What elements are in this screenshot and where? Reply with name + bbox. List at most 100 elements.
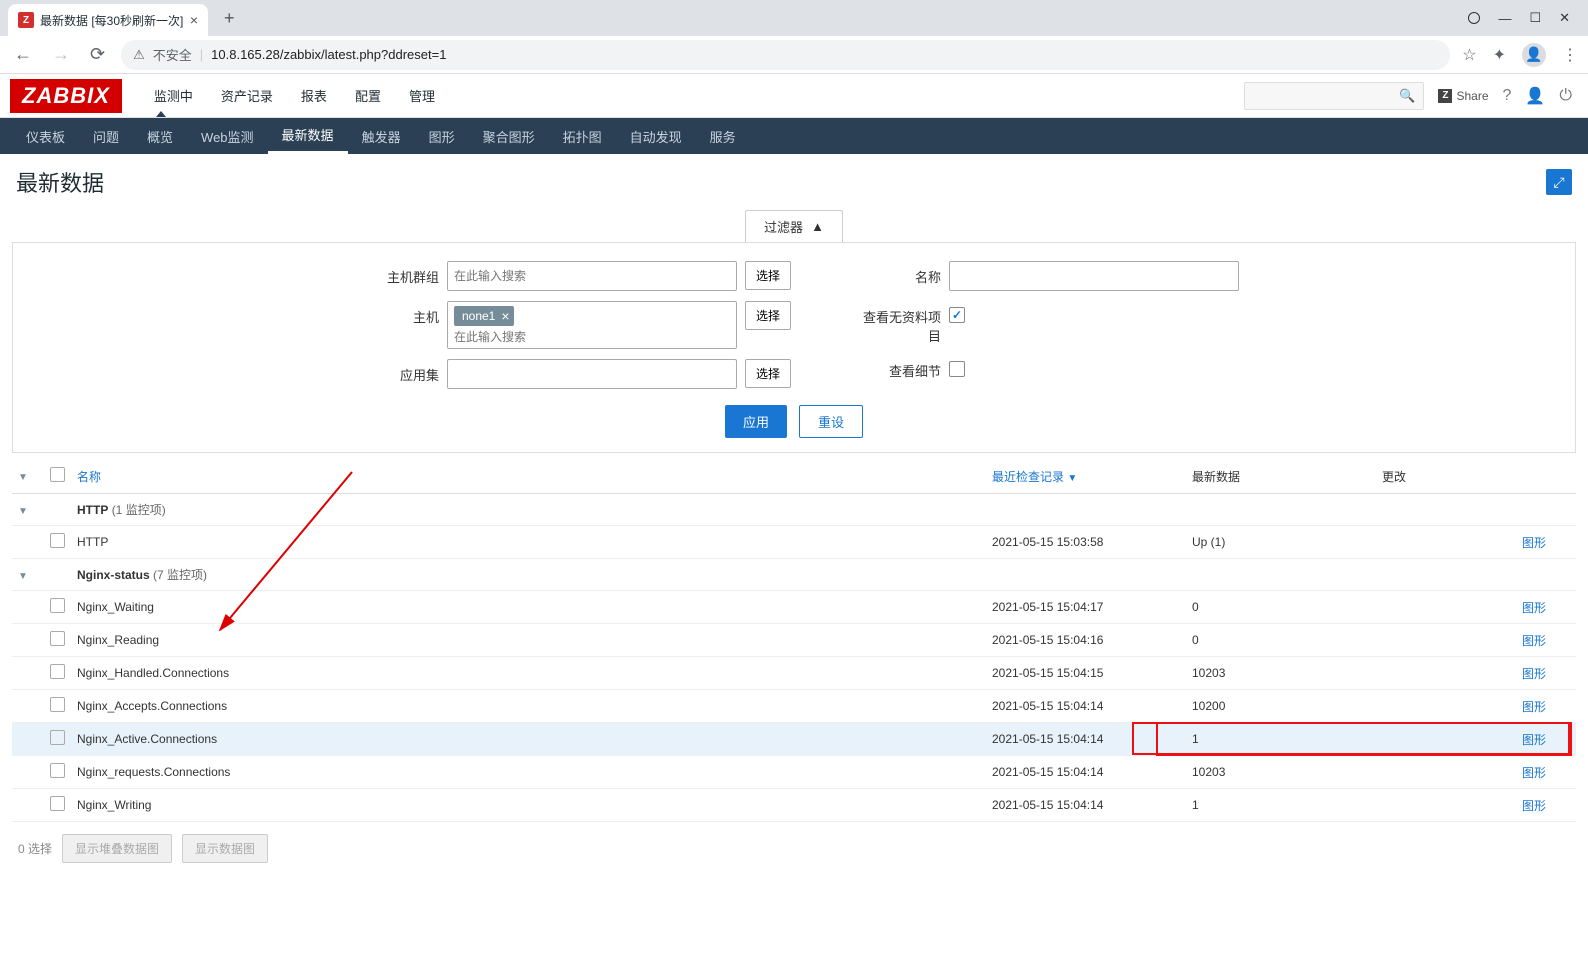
chevron-up-icon: ▲ bbox=[811, 219, 824, 234]
reload-icon[interactable]: ⟳ bbox=[86, 44, 109, 65]
name-input[interactable] bbox=[949, 261, 1239, 291]
browser-tab[interactable]: Z 最新数据 [每30秒刷新一次] × bbox=[8, 4, 208, 36]
item-change bbox=[1376, 624, 1516, 657]
nodata-label: 查看无资料项目 bbox=[851, 301, 941, 345]
item-graph-link[interactable]: 图形 bbox=[1516, 624, 1576, 657]
url-text: 10.8.165.28/zabbix/latest.php?ddreset=1 bbox=[211, 47, 446, 62]
row-checkbox[interactable] bbox=[50, 598, 65, 613]
name-label: 名称 bbox=[851, 261, 941, 286]
host-chip[interactable]: none1× bbox=[454, 306, 514, 326]
help-icon[interactable]: ? bbox=[1503, 87, 1512, 105]
sub-nav: 仪表板问题概览Web监测最新数据触发器图形聚合图形拓扑图自动发现服务 bbox=[0, 118, 1588, 154]
top-nav-item[interactable]: 管理 bbox=[395, 74, 449, 117]
forward-icon: → bbox=[48, 44, 74, 65]
item-graph-link[interactable]: 图形 bbox=[1516, 591, 1576, 624]
profile-avatar[interactable]: 👤 bbox=[1522, 43, 1546, 67]
extension-icon[interactable]: ✦ bbox=[1493, 45, 1506, 65]
item-graph-link[interactable]: 图形 bbox=[1516, 657, 1576, 690]
sub-nav-item[interactable]: 图形 bbox=[415, 118, 469, 154]
item-change bbox=[1376, 789, 1516, 822]
item-graph-link[interactable]: 图形 bbox=[1516, 526, 1576, 559]
item-change bbox=[1376, 756, 1516, 789]
top-nav-item[interactable]: 报表 bbox=[287, 74, 341, 117]
col-lastcheck[interactable]: 最近检查记录 ▼ bbox=[986, 459, 1186, 494]
row-checkbox[interactable] bbox=[50, 796, 65, 811]
minimize-icon[interactable]: — bbox=[1498, 11, 1511, 26]
zabbix-logo[interactable]: ZABBIX bbox=[10, 79, 122, 113]
item-change bbox=[1376, 526, 1516, 559]
power-icon[interactable]: ⏻ bbox=[1559, 87, 1572, 105]
sub-nav-item[interactable]: 自动发现 bbox=[616, 118, 696, 154]
fullscreen-icon[interactable]: ⤢ bbox=[1546, 169, 1572, 195]
nodata-checkbox[interactable]: ✓ bbox=[949, 307, 965, 323]
item-change bbox=[1376, 591, 1516, 624]
search-input[interactable]: 🔍 bbox=[1244, 82, 1424, 110]
sub-nav-item[interactable]: 服务 bbox=[696, 118, 750, 154]
apply-button[interactable]: 应用 bbox=[725, 405, 787, 438]
item-name: HTTP bbox=[71, 526, 986, 559]
filter-toggle: 过滤器 ▲ bbox=[12, 210, 1576, 242]
select-all-checkbox[interactable] bbox=[50, 467, 65, 482]
zabbix-favicon: Z bbox=[18, 12, 34, 28]
sub-nav-item[interactable]: 仪表板 bbox=[12, 118, 79, 154]
top-nav-item[interactable]: 配置 bbox=[341, 74, 395, 117]
sub-nav-item[interactable]: 问题 bbox=[79, 118, 133, 154]
sub-nav-item[interactable]: 最新数据 bbox=[268, 118, 348, 154]
maximize-icon[interactable]: ☐ bbox=[1529, 10, 1541, 26]
url-box[interactable]: ⚠ 不安全 | 10.8.165.28/zabbix/latest.php?dd… bbox=[121, 40, 1450, 70]
bookmark-icon[interactable]: ☆ bbox=[1462, 45, 1476, 65]
chevron-down-icon[interactable]: ▼ bbox=[18, 571, 28, 582]
new-tab-button[interactable]: + bbox=[216, 8, 243, 29]
col-name[interactable]: 名称 bbox=[71, 459, 986, 494]
tab-title: 最新数据 [每30秒刷新一次] bbox=[40, 12, 183, 29]
row-checkbox[interactable] bbox=[50, 730, 65, 745]
item-graph-link[interactable]: 图形 bbox=[1516, 789, 1576, 822]
chevron-down-icon[interactable]: ▼ bbox=[18, 472, 28, 483]
detail-checkbox[interactable] bbox=[949, 361, 965, 377]
row-checkbox[interactable] bbox=[50, 533, 65, 548]
item-latest: 10203 bbox=[1186, 657, 1376, 690]
item-name: Nginx_Waiting bbox=[71, 591, 986, 624]
item-graph-link[interactable]: 图形 bbox=[1516, 756, 1576, 789]
row-checkbox[interactable] bbox=[50, 631, 65, 646]
app-input[interactable] bbox=[447, 359, 737, 389]
item-latest: Up (1) bbox=[1186, 526, 1376, 559]
filter-toggle-button[interactable]: 过滤器 ▲ bbox=[745, 210, 843, 242]
host-group-select-button[interactable]: 选择 bbox=[745, 261, 791, 290]
row-checkbox[interactable] bbox=[50, 664, 65, 679]
detail-label: 查看细节 bbox=[851, 355, 941, 380]
col-latest: 最新数据 bbox=[1186, 459, 1376, 494]
item-latest: 10203 bbox=[1186, 756, 1376, 789]
item-lastcheck: 2021-05-15 15:04:14 bbox=[986, 789, 1186, 822]
record-icon bbox=[1468, 12, 1480, 24]
top-nav-item[interactable]: 监测中 bbox=[140, 74, 207, 117]
chevron-down-icon[interactable]: ▼ bbox=[18, 506, 28, 517]
reset-button[interactable]: 重设 bbox=[799, 405, 863, 438]
table-row: Nginx_Accepts.Connections 2021-05-15 15:… bbox=[12, 690, 1576, 723]
sub-nav-item[interactable]: 拓扑图 bbox=[549, 118, 616, 154]
row-checkbox[interactable] bbox=[50, 763, 65, 778]
close-icon[interactable]: × bbox=[190, 12, 198, 28]
item-lastcheck: 2021-05-15 15:04:17 bbox=[986, 591, 1186, 624]
host-select-button[interactable]: 选择 bbox=[745, 301, 791, 330]
share-button[interactable]: ZShare bbox=[1438, 89, 1488, 103]
close-icon[interactable]: × bbox=[501, 308, 509, 324]
host-input[interactable]: none1× bbox=[447, 301, 737, 349]
item-graph-link[interactable]: 图形 bbox=[1516, 690, 1576, 723]
close-window-icon[interactable]: ✕ bbox=[1559, 10, 1570, 26]
back-icon[interactable]: ← bbox=[10, 44, 36, 65]
item-graph-link[interactable]: 图形 bbox=[1516, 723, 1576, 756]
row-checkbox[interactable] bbox=[50, 697, 65, 712]
sub-nav-item[interactable]: Web监测 bbox=[187, 118, 268, 154]
app-select-button[interactable]: 选择 bbox=[745, 359, 791, 388]
top-nav-item[interactable]: 资产记录 bbox=[207, 74, 287, 117]
sub-nav-item[interactable]: 聚合图形 bbox=[469, 118, 549, 154]
sub-nav-item[interactable]: 触发器 bbox=[348, 118, 415, 154]
menu-icon[interactable]: ⋮ bbox=[1562, 45, 1578, 65]
address-bar: ← → ⟳ ⚠ 不安全 | 10.8.165.28/zabbix/latest.… bbox=[0, 36, 1588, 74]
host-group-input[interactable] bbox=[447, 261, 737, 291]
page-title: 最新数据 bbox=[16, 166, 104, 198]
user-icon[interactable]: 👤 bbox=[1525, 86, 1545, 106]
content: 过滤器 ▲ 主机群组 选择 主机 none1× bbox=[0, 210, 1588, 891]
sub-nav-item[interactable]: 概览 bbox=[133, 118, 187, 154]
